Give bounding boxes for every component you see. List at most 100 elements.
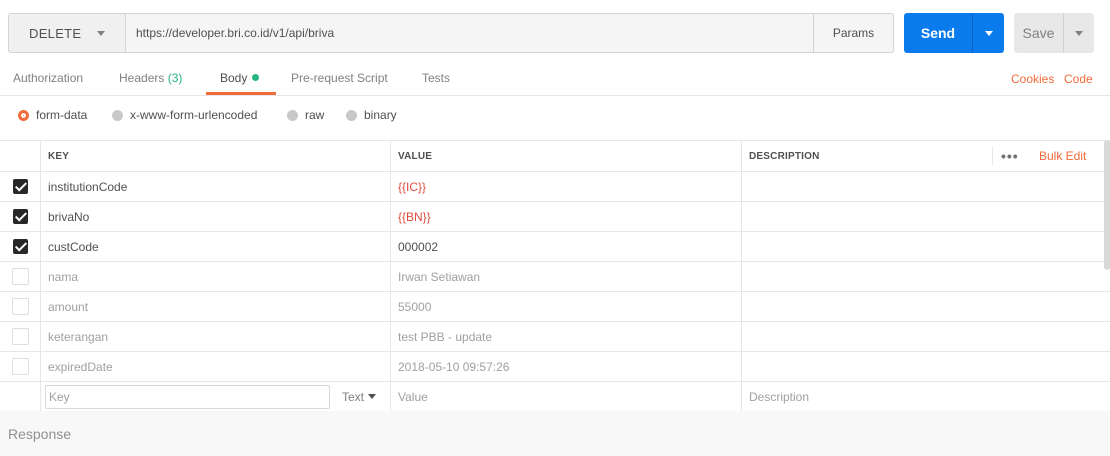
row-key[interactable]: keterangan <box>41 322 391 351</box>
checkbox-checked[interactable] <box>12 239 28 254</box>
table-row: custCode 000002 <box>0 232 1110 262</box>
row-value[interactable]: 55000 <box>391 292 742 321</box>
row-description[interactable] <box>742 232 1110 261</box>
chevron-down-icon <box>97 30 106 36</box>
radio-label: x-www-form-urlencoded <box>130 108 258 122</box>
chevron-down-icon <box>368 394 377 399</box>
send-button-group: Send <box>904 13 1004 53</box>
params-button[interactable]: Params <box>813 14 893 52</box>
description-input[interactable]: Description <box>742 382 1110 411</box>
request-bar: DELETE https://developer.bri.co.id/v1/ap… <box>8 13 894 53</box>
row-description[interactable] <box>742 202 1110 231</box>
row-description[interactable] <box>742 352 1110 381</box>
radio-label: binary <box>364 108 397 122</box>
code-link[interactable]: Code <box>1064 72 1093 86</box>
radio-icon <box>346 109 357 121</box>
method-select[interactable]: DELETE <box>9 14 126 52</box>
bulk-edit-link[interactable]: Bulk Edit <box>1039 141 1086 171</box>
checkbox-unchecked[interactable] <box>11 268 29 285</box>
row-value[interactable]: 2018-05-10 09:57:26 <box>391 352 742 381</box>
radio-label: raw <box>305 108 325 122</box>
radio-raw[interactable]: raw <box>287 108 324 122</box>
cookies-link[interactable]: Cookies <box>1011 72 1054 86</box>
checkbox-unchecked[interactable] <box>11 298 29 315</box>
send-dropdown-button[interactable] <box>972 13 1004 53</box>
row-value[interactable]: test PBB - update <box>391 322 742 351</box>
row-key[interactable]: amount <box>41 292 391 321</box>
radio-selected-icon <box>18 109 29 121</box>
row-key[interactable]: nama <box>41 262 391 291</box>
row-description[interactable] <box>742 292 1110 321</box>
row-description[interactable] <box>742 322 1110 351</box>
row-check-cell <box>0 172 41 201</box>
checkbox-checked[interactable] <box>12 209 28 224</box>
table-row: nama Irwan Setiawan <box>0 262 1110 292</box>
new-entry-row: Key Text Value Description <box>0 382 1110 412</box>
response-label: Response <box>8 425 72 442</box>
row-key[interactable]: institutionCode <box>41 172 391 201</box>
body-indicator-dot <box>252 74 260 81</box>
checkbox-unchecked[interactable] <box>11 328 29 345</box>
table-row: brivaNo {{BN}} <box>0 202 1110 232</box>
table-header-row: KEY VALUE DESCRIPTION ••• Bulk Edit <box>0 141 1110 172</box>
active-tab-underline <box>206 92 276 95</box>
response-section: Response <box>0 411 1110 456</box>
tab-headers-label: Headers <box>119 71 165 85</box>
save-button-group: Save <box>1014 13 1094 53</box>
row-description[interactable] <box>742 262 1110 291</box>
column-header-key: KEY <box>41 141 391 171</box>
row-check-cell <box>0 292 41 321</box>
more-options-icon[interactable]: ••• <box>1001 141 1019 171</box>
row-value[interactable]: Irwan Setiawan <box>391 262 742 291</box>
row-value[interactable]: 000002 <box>391 232 742 261</box>
radio-binary[interactable]: binary <box>346 108 397 122</box>
key-input[interactable]: Key <box>45 384 330 409</box>
row-key[interactable]: expiredDate <box>41 352 391 381</box>
row-value[interactable]: {{BN}} <box>391 202 742 231</box>
header-divider <box>992 147 993 165</box>
chevron-down-icon <box>1075 30 1083 36</box>
chevron-down-icon <box>984 30 993 36</box>
tab-authorization[interactable]: Authorization <box>13 71 83 96</box>
send-button[interactable]: Send <box>904 13 972 53</box>
form-data-table: KEY VALUE DESCRIPTION ••• Bulk Edit inst… <box>0 140 1110 412</box>
request-tabs: Authorization Headers (3) Body Pre-reque… <box>0 62 1110 96</box>
table-row: keterangan test PBB - update <box>0 322 1110 352</box>
tab-body-label: Body <box>220 71 248 85</box>
header-check-cell <box>0 141 41 171</box>
row-check-cell <box>0 322 41 351</box>
method-label: DELETE <box>29 25 82 41</box>
tab-headers[interactable]: Headers (3) <box>119 71 182 96</box>
table-row: expiredDate 2018-05-10 09:57:26 <box>0 352 1110 382</box>
new-row-check-cell <box>0 382 41 411</box>
radio-label: form-data <box>36 108 88 122</box>
checkbox-unchecked[interactable] <box>11 358 29 375</box>
save-button[interactable]: Save <box>1014 13 1063 53</box>
radio-x-www-form-urlencoded[interactable]: x-www-form-urlencoded <box>112 108 257 122</box>
value-input[interactable]: Value <box>391 382 742 411</box>
new-key-cell: Key Text <box>41 382 391 411</box>
row-description[interactable] <box>742 172 1110 201</box>
radio-icon <box>112 109 123 121</box>
row-check-cell <box>0 232 41 261</box>
checkbox-checked[interactable] <box>12 179 28 194</box>
url-input[interactable]: https://developer.bri.co.id/v1/api/briva <box>126 14 813 52</box>
radio-form-data[interactable]: form-data <box>18 108 87 122</box>
row-check-cell <box>0 202 41 231</box>
type-select[interactable]: Text <box>342 382 377 411</box>
row-key[interactable]: custCode <box>41 232 391 261</box>
column-header-value: VALUE <box>391 141 742 171</box>
tab-pre-request-script[interactable]: Pre-request Script <box>291 71 388 96</box>
table-row: amount 55000 <box>0 292 1110 322</box>
save-dropdown-button[interactable] <box>1063 13 1094 53</box>
headers-count-badge: (3) <box>167 71 183 85</box>
row-check-cell <box>0 352 41 381</box>
table-row: institutionCode {{IC}} <box>0 172 1110 202</box>
scrollbar[interactable] <box>1104 140 1110 270</box>
tab-tests[interactable]: Tests <box>422 71 450 96</box>
row-check-cell <box>0 262 41 291</box>
row-value[interactable]: {{IC}} <box>391 172 742 201</box>
radio-icon <box>287 109 298 121</box>
type-select-label: Text <box>342 389 365 404</box>
row-key[interactable]: brivaNo <box>41 202 391 231</box>
